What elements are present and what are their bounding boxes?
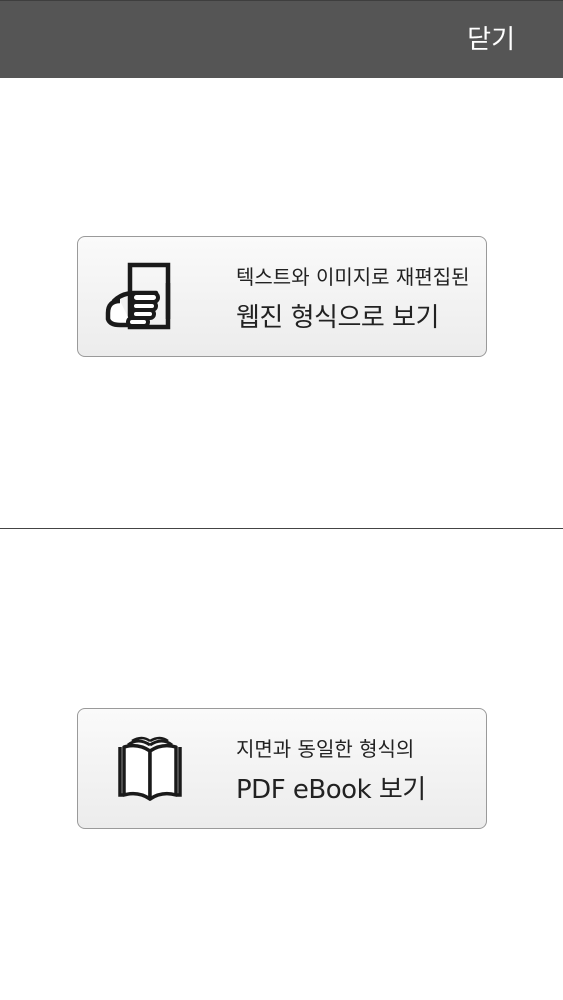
top-bar: 닫기: [0, 0, 563, 78]
webzine-section: 텍스트와 이미지로 재편집된 웹진 형식으로 보기: [0, 78, 563, 528]
pdf-title: PDF eBook 보기: [236, 775, 426, 805]
webzine-description: 텍스트와 이미지로 재편집된: [236, 265, 470, 289]
pdf-ebook-view-button[interactable]: 지면과 동일한 형식의 PDF eBook 보기: [77, 708, 487, 829]
open-book-icon: [118, 736, 182, 801]
pdf-section: 지면과 동일한 형식의 PDF eBook 보기: [0, 529, 563, 999]
webzine-title: 웹진 형식으로 보기: [236, 303, 439, 333]
webzine-view-button[interactable]: 텍스트와 이미지로 재편집된 웹진 형식으로 보기: [77, 236, 487, 357]
hand-document-icon: [105, 262, 171, 330]
pdf-description: 지면과 동일한 형식의: [236, 737, 415, 761]
close-button[interactable]: 닫기: [467, 1, 515, 79]
